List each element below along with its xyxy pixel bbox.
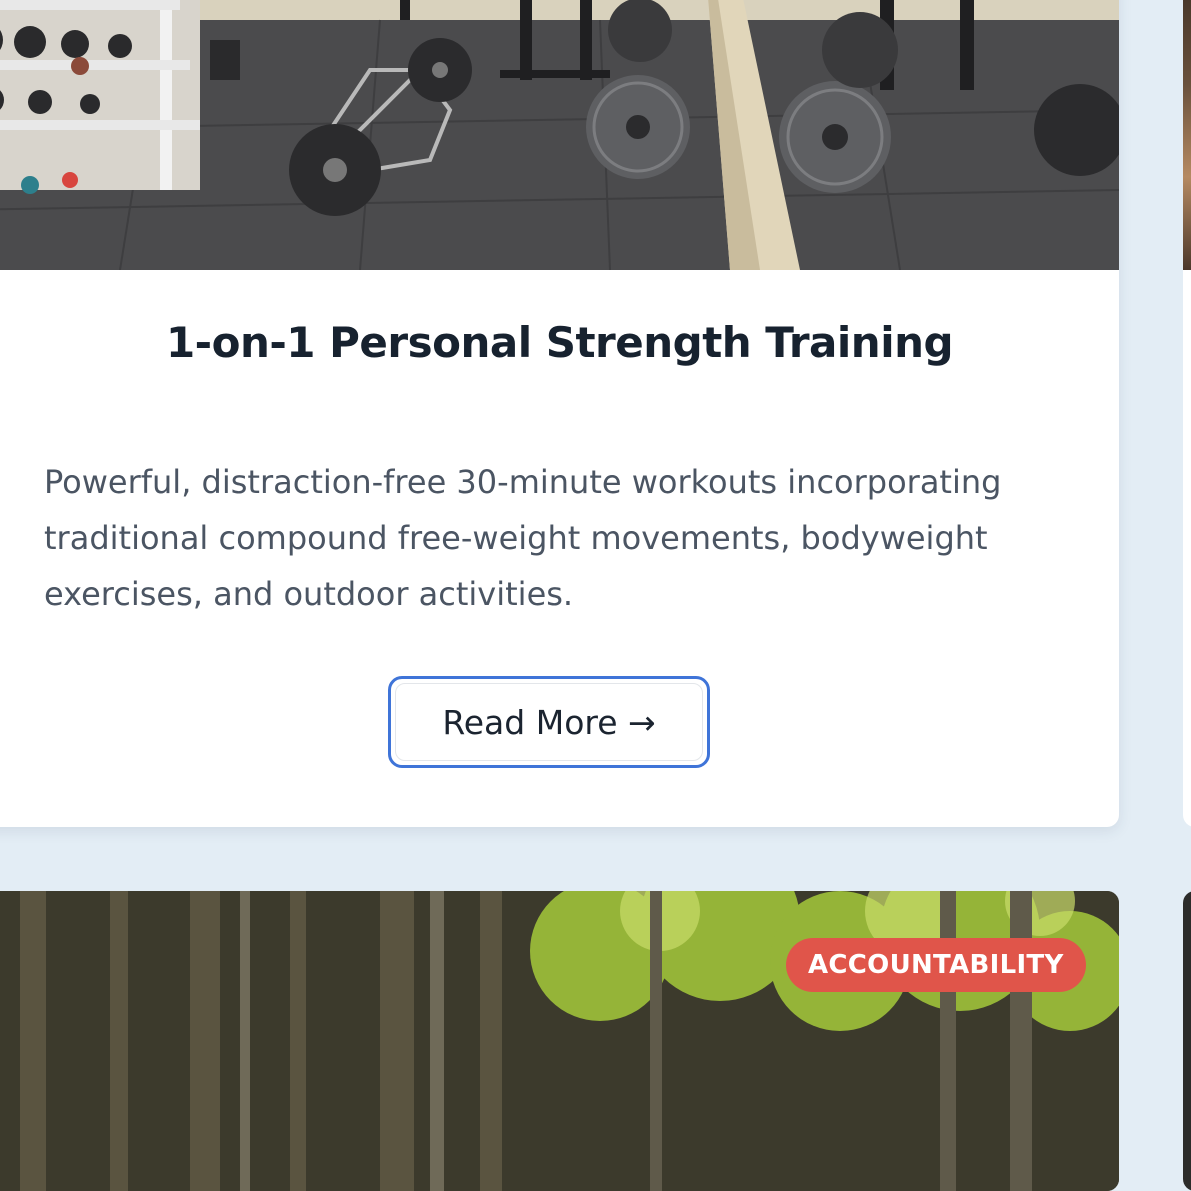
read-more-button[interactable]: Read More → (388, 676, 710, 768)
neighbour-card-edge-lower (1183, 891, 1191, 1191)
category-badge: ACCOUNTABILITY (786, 938, 1086, 992)
forest-photo (0, 891, 1119, 1191)
gym-photo (0, 0, 1119, 270)
card-title: 1-on-1 Personal Strength Training (165, 318, 954, 367)
gym-photo-illustration (0, 0, 1119, 270)
card-description: Powerful, distraction-free 30-minute wor… (44, 463, 1002, 613)
read-more-label: Read More → (395, 683, 703, 761)
service-card: 1-on-1 Personal Strength Training Powerf… (0, 0, 1119, 827)
neighbour-card-edge (1183, 0, 1191, 827)
next-service-card: ACCOUNTABILITY (0, 891, 1119, 1191)
neighbour-card-photo (1183, 0, 1191, 270)
